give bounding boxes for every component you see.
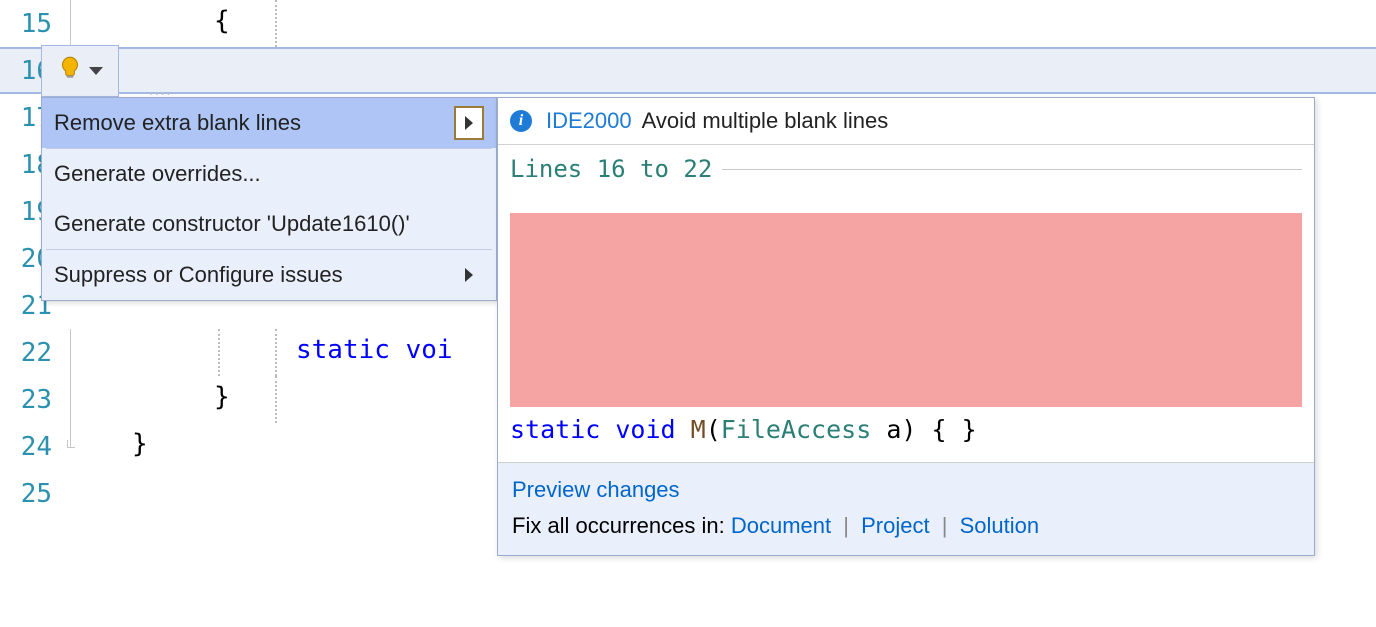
- menu-item-remove-blank-lines[interactable]: Remove extra blank lines: [42, 98, 496, 148]
- removed-lines-block: [510, 213, 1302, 407]
- brace-open: {: [214, 6, 230, 36]
- brace-close: }: [132, 429, 148, 459]
- menu-item-label: Suppress or Configure issues: [54, 262, 343, 288]
- rule-message: Avoid multiple blank lines: [642, 108, 889, 134]
- separator-line: [722, 169, 1302, 170]
- code-fix-preview: i IDE2000 Avoid multiple blank lines Lin…: [497, 97, 1315, 556]
- fix-all-label: Fix all occurrences in:: [512, 513, 731, 538]
- preview-body: Lines 16 to 22 static void M(FileAccess …: [498, 145, 1314, 462]
- chevron-right-icon: [454, 106, 484, 140]
- code-line: 15 {: [0, 0, 1376, 47]
- line-number: 15: [0, 9, 60, 39]
- code-fragment: static voi: [296, 335, 453, 365]
- brace-close: }: [214, 382, 230, 412]
- quick-actions-menu: Remove extra blank lines Generate overri…: [41, 97, 497, 301]
- code-line-active: 16: [0, 47, 1376, 94]
- menu-item-label: Generate overrides...: [54, 161, 261, 187]
- line-number: 25: [0, 479, 60, 509]
- menu-item-label: Generate constructor 'Update1610()': [54, 211, 410, 237]
- preview-footer: Preview changes Fix all occurrences in: …: [498, 462, 1314, 555]
- info-icon: i: [510, 110, 532, 132]
- menu-item-label: Remove extra blank lines: [54, 110, 301, 136]
- menu-item-generate-overrides[interactable]: Generate overrides...: [42, 149, 496, 199]
- menu-item-generate-constructor[interactable]: Generate constructor 'Update1610()': [42, 199, 496, 249]
- separator: |: [942, 513, 948, 538]
- fix-solution-link[interactable]: Solution: [960, 513, 1040, 538]
- menu-item-suppress-configure[interactable]: Suppress or Configure issues: [42, 250, 496, 300]
- line-number: 22: [0, 338, 60, 368]
- code-preview-line: static void M(FileAccess a) { }: [510, 415, 1302, 444]
- chevron-down-icon: [89, 67, 103, 75]
- quick-actions-button[interactable]: [41, 45, 119, 97]
- diff-range: Lines 16 to 22: [510, 155, 1302, 183]
- diff-range-label: Lines 16 to 22: [510, 155, 712, 183]
- chevron-right-icon: [454, 258, 484, 292]
- line-number: 23: [0, 385, 60, 415]
- fix-document-link[interactable]: Document: [731, 513, 831, 538]
- lightbulb-icon: [57, 55, 83, 87]
- line-number: 24: [0, 432, 60, 462]
- preview-changes-link[interactable]: Preview changes: [512, 477, 680, 502]
- rule-id[interactable]: IDE2000: [546, 108, 632, 134]
- preview-header: i IDE2000 Avoid multiple blank lines: [498, 98, 1314, 145]
- separator: |: [843, 513, 849, 538]
- fix-project-link[interactable]: Project: [861, 513, 929, 538]
